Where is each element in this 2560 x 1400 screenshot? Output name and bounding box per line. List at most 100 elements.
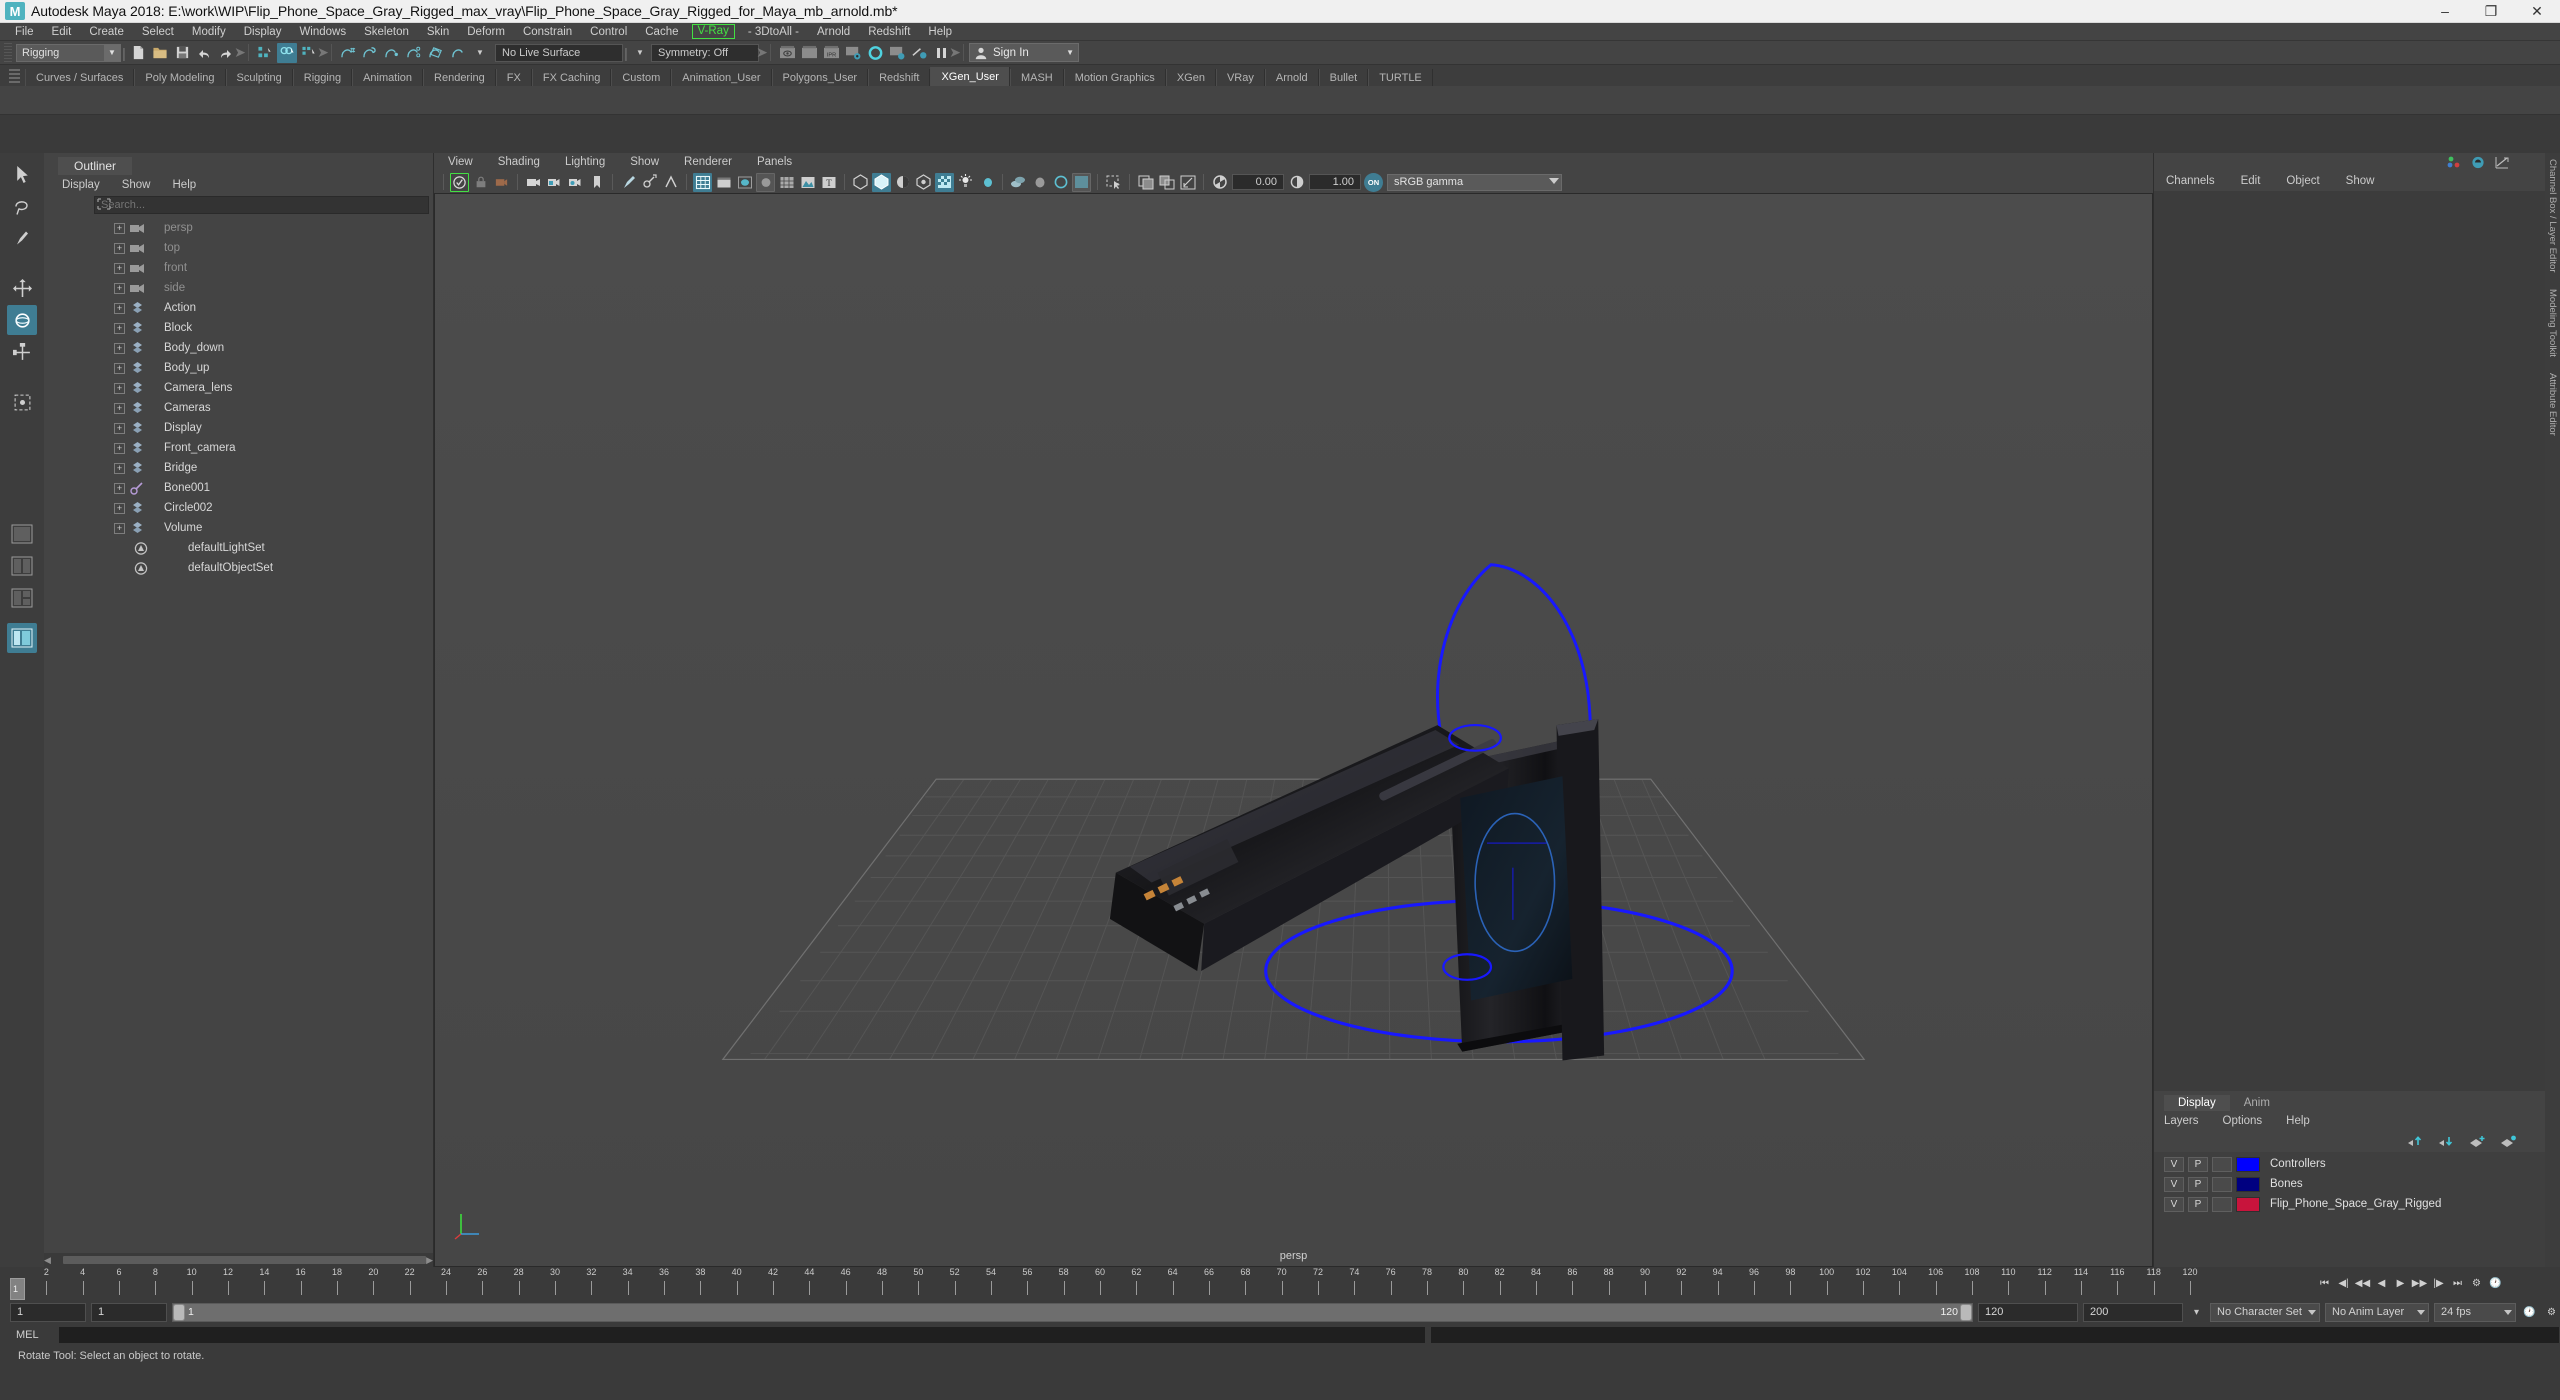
- shelf-tab-curves-surfaces[interactable]: Curves / Surfaces: [25, 69, 135, 86]
- layer-visibility-toggle[interactable]: V: [2164, 1196, 2184, 1212]
- playback-start-field[interactable]: 1: [91, 1302, 167, 1322]
- shelf-tab-poly-modeling[interactable]: Poly Modeling: [134, 69, 226, 86]
- shelf-grip[interactable]: [9, 69, 20, 83]
- outliner-item[interactable]: + Cameras: [44, 398, 433, 418]
- vertical-tab-attribute-editor[interactable]: Attribute Editor: [2547, 373, 2558, 436]
- menu-item-file[interactable]: File: [6, 23, 43, 41]
- layer-tab-display[interactable]: Display: [2164, 1095, 2230, 1111]
- snap-to-point-icon[interactable]: [382, 43, 402, 63]
- menu-item-constrain[interactable]: Constrain: [514, 23, 581, 41]
- shelf-tab-vray[interactable]: VRay: [1215, 69, 1265, 86]
- menu-item-display[interactable]: Display: [235, 23, 291, 41]
- channelbox-menu-edit[interactable]: Edit: [2241, 175, 2261, 187]
- shelf-tab-turtle[interactable]: TURTLE: [1368, 69, 1433, 86]
- xyz-axis-icon[interactable]: [2447, 156, 2461, 169]
- exposure-toggle-icon[interactable]: [1072, 172, 1091, 192]
- go-to-start-icon[interactable]: ⏮: [2316, 1275, 2333, 1292]
- expand-toggle-icon[interactable]: +: [114, 342, 125, 354]
- exposure-wheel-icon[interactable]: [1210, 173, 1229, 192]
- camera-attributes-icon[interactable]: [492, 173, 511, 192]
- outliner-item[interactable]: + Front_camera: [44, 438, 433, 458]
- render-view-icon[interactable]: [777, 43, 797, 63]
- persp-viewport[interactable]: persp: [434, 193, 2153, 1267]
- textured-display-icon[interactable]: [798, 173, 817, 192]
- layer-playback-toggle[interactable]: P: [2188, 1176, 2208, 1192]
- select-by-component-icon[interactable]: [299, 43, 319, 63]
- outliner-menu-show[interactable]: Show: [122, 179, 151, 191]
- range-end-field[interactable]: 200: [2083, 1302, 2183, 1322]
- lock-camera-icon[interactable]: [471, 173, 490, 192]
- layer-color-swatch[interactable]: [2236, 1196, 2260, 1212]
- close-button[interactable]: ✕: [2514, 0, 2560, 23]
- shelf-tab-rendering[interactable]: Rendering: [423, 69, 496, 86]
- menuset-selector[interactable]: Rigging ▼: [16, 43, 121, 62]
- xray-icon[interactable]: [661, 173, 680, 192]
- layer-menu-help[interactable]: Help: [2286, 1115, 2310, 1127]
- make-live-icon[interactable]: [448, 43, 468, 63]
- step-forward-key-icon[interactable]: ▶▶: [2411, 1275, 2428, 1292]
- shelf-tab-mash[interactable]: MASH: [1009, 69, 1064, 86]
- vertical-tab-modeling-toolkit[interactable]: Modeling Toolkit: [2547, 289, 2558, 357]
- smooth-shade-all-icon[interactable]: [714, 173, 733, 192]
- sign-in-button[interactable]: Sign In ▼: [969, 43, 1079, 62]
- layer-row[interactable]: V P Flip_Phone_Space_Gray_Rigged: [2154, 1194, 2545, 1214]
- expand-toggle-icon[interactable]: +: [114, 322, 125, 334]
- graph-editor-icon[interactable]: [2495, 156, 2509, 169]
- layer-tab-anim[interactable]: Anim: [2229, 1095, 2284, 1111]
- chevron-down-icon[interactable]: ▼: [630, 43, 650, 63]
- bookmark-icon[interactable]: [587, 173, 606, 192]
- paint-select-tool-icon[interactable]: [7, 223, 37, 253]
- layer-row[interactable]: V P Controllers: [2154, 1154, 2545, 1174]
- light-editor-icon[interactable]: [909, 43, 929, 63]
- ipr-render-icon[interactable]: IPR: [821, 43, 841, 63]
- outliner-item[interactable]: + Body_up: [44, 358, 433, 378]
- range-options-icon[interactable]: ▾: [2188, 1304, 2205, 1321]
- shelf-tab-xgen-user[interactable]: XGen_User: [930, 67, 1010, 86]
- anti-aliasing-icon[interactable]: [935, 172, 954, 192]
- symmetry-field[interactable]: Symmetry: Off: [651, 43, 759, 62]
- shelf-tab-fx[interactable]: FX: [495, 69, 532, 86]
- outliner-tab[interactable]: Outliner: [44, 153, 433, 175]
- outliner-item[interactable]: + front: [44, 258, 433, 278]
- snap-to-grid-icon[interactable]: [338, 43, 358, 63]
- undo-icon[interactable]: [194, 43, 214, 63]
- menu-item-windows[interactable]: Windows: [290, 23, 355, 41]
- range-left-handle[interactable]: [173, 1303, 185, 1321]
- outliner-menu-display[interactable]: Display: [62, 179, 100, 191]
- shelf-tab-fx-caching[interactable]: FX Caching: [531, 69, 612, 86]
- text-display-icon[interactable]: T: [819, 173, 838, 192]
- expand-toggle-icon[interactable]: +: [114, 362, 125, 374]
- use-default-lighting-icon[interactable]: [851, 173, 870, 192]
- range-start-field[interactable]: 1: [10, 1302, 86, 1322]
- expand-toggle-icon[interactable]: +: [114, 262, 125, 274]
- select-camera-icon[interactable]: [450, 172, 469, 192]
- outliner-item[interactable]: + top: [44, 238, 433, 258]
- viewport-menu-show[interactable]: Show: [630, 156, 659, 168]
- outliner-item[interactable]: + persp: [44, 218, 433, 238]
- play-backwards-icon[interactable]: ◀: [2373, 1275, 2390, 1292]
- move-layer-down-icon[interactable]: [2438, 1135, 2455, 1147]
- select-region-icon[interactable]: [1104, 173, 1123, 192]
- outliner-item[interactable]: + Body_down: [44, 338, 433, 358]
- layer-menu-layers[interactable]: Layers: [2164, 1115, 2199, 1127]
- pause-icon[interactable]: [931, 43, 951, 63]
- layer-list[interactable]: V P Controllers V P Bones V P Flip_Phone_Space_G…: [2154, 1152, 2545, 1267]
- expand-toggle-icon[interactable]: +: [114, 282, 125, 294]
- shelf-tab-motion-graphics[interactable]: Motion Graphics: [1063, 69, 1166, 86]
- channel-box-toggle-icon[interactable]: [2471, 156, 2485, 169]
- step-back-key-icon[interactable]: ◀◀: [2354, 1275, 2371, 1292]
- render-settings-icon[interactable]: [843, 43, 863, 63]
- render-sequence-icon[interactable]: [799, 43, 819, 63]
- smooth-shade-selected-icon[interactable]: [735, 173, 754, 192]
- animation-preferences-icon[interactable]: 🕐: [2487, 1275, 2504, 1292]
- render-setup-icon[interactable]: [887, 43, 907, 63]
- menu-item-modify[interactable]: Modify: [183, 23, 235, 41]
- camera-icon[interactable]: [524, 173, 543, 192]
- shelf-tab-bullet[interactable]: Bullet: [1318, 69, 1369, 86]
- exposure-field[interactable]: 0.00: [1232, 174, 1284, 190]
- expand-toggle-icon[interactable]: +: [114, 442, 125, 454]
- expand-toggle-icon[interactable]: +: [114, 382, 125, 394]
- shelf-tab-arnold[interactable]: Arnold: [1264, 69, 1319, 86]
- color-management-toggle-icon[interactable]: ON: [1364, 172, 1383, 192]
- isolate-select-icon[interactable]: [1009, 173, 1028, 192]
